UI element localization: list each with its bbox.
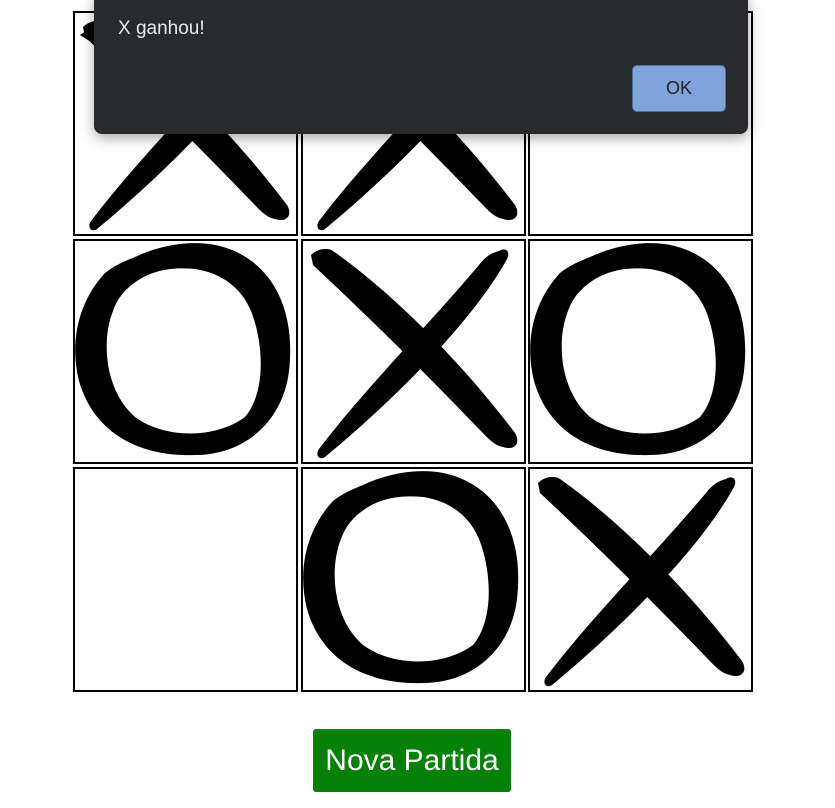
alert-message: X ganhou! <box>118 18 205 39</box>
board-cell-5[interactable] <box>301 239 526 464</box>
page: Nova Partida X ganhou! OK <box>0 0 835 808</box>
board-cell-6[interactable] <box>528 239 753 464</box>
board-cell-7[interactable] <box>73 467 298 692</box>
o-mark-icon <box>303 471 519 684</box>
alert-dialog: X ganhou! OK <box>94 0 748 134</box>
board-cell-9[interactable] <box>528 467 753 692</box>
back-arrow-icon <box>80 26 94 44</box>
board-cell-4[interactable] <box>73 239 298 464</box>
new-game-button[interactable]: Nova Partida <box>313 729 511 792</box>
x-mark-icon <box>311 248 518 459</box>
x-mark-icon <box>538 476 745 687</box>
board-cell-8[interactable] <box>301 467 526 692</box>
ok-button[interactable]: OK <box>632 65 726 112</box>
o-mark-icon <box>530 243 746 456</box>
o-mark-icon <box>75 243 291 456</box>
